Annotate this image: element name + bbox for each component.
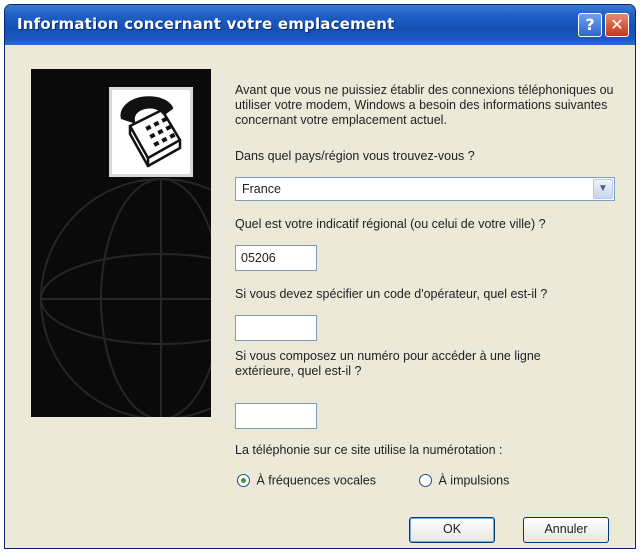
radio-tone-label: À fréquences vocales <box>256 473 376 488</box>
window-title: Information concernant votre emplacement <box>17 15 395 33</box>
chevron-down-icon[interactable]: ▼ <box>593 179 613 199</box>
help-icon: ? <box>585 15 595 34</box>
location-dialog: Information concernant votre emplacement… <box>4 4 636 549</box>
outside-line-input[interactable] <box>235 403 317 429</box>
country-label: Dans quel pays/région vous trouvez-vous … <box>235 149 475 163</box>
close-button[interactable]: ✕ <box>605 13 629 37</box>
radio-pulse-dialing[interactable]: À impulsions <box>419 473 509 491</box>
cancel-button[interactable]: Annuler <box>523 517 609 543</box>
wizard-banner <box>31 69 211 417</box>
title-bar[interactable]: Information concernant votre emplacement… <box>5 5 635 45</box>
radio-tone-indicator[interactable] <box>237 474 250 488</box>
help-button[interactable]: ? <box>578 13 602 37</box>
country-selected-value: France <box>242 182 281 196</box>
close-icon: ✕ <box>610 15 624 34</box>
ok-button[interactable]: OK <box>409 517 495 543</box>
intro-text: Avant que vous ne puissiez établir des c… <box>235 83 614 127</box>
carrier-code-label: Si vous devez spécifier un code d'opérat… <box>235 287 548 301</box>
carrier-code-input[interactable] <box>235 315 317 341</box>
telephone-icon <box>120 96 182 168</box>
country-select[interactable]: France ▼ <box>235 177 615 201</box>
telephone-icon-frame <box>109 87 193 177</box>
area-code-label: Quel est votre indicatif régional (ou ce… <box>235 217 546 231</box>
radio-tone-dialing[interactable]: À fréquences vocales <box>237 473 376 491</box>
outside-line-label: Si vous composez un numéro pour accéder … <box>235 349 541 378</box>
dialing-type-label: La téléphonie sur ce site utilise la num… <box>235 443 503 457</box>
area-code-input[interactable] <box>235 245 317 271</box>
radio-pulse-indicator[interactable] <box>419 474 432 488</box>
radio-pulse-label: À impulsions <box>438 473 510 488</box>
